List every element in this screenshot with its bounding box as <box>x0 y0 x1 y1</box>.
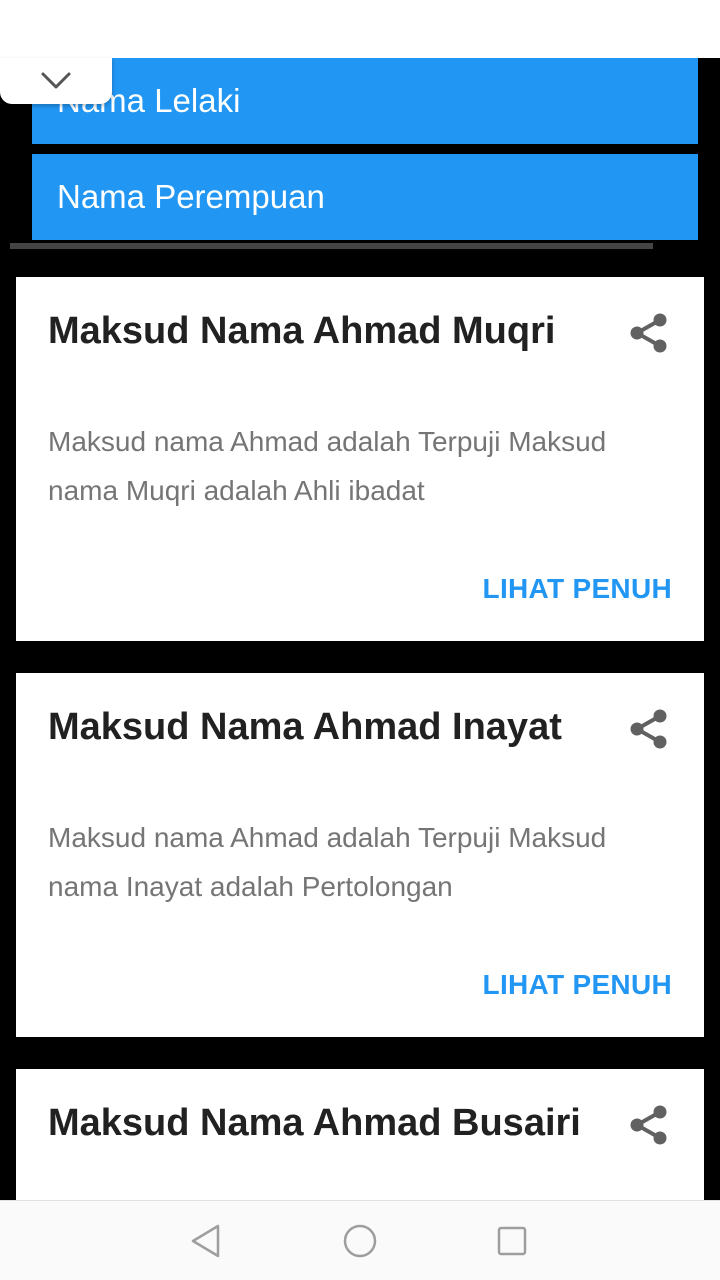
navigation-bar <box>0 1200 720 1280</box>
section-divider <box>10 243 653 249</box>
view-full-button[interactable]: LIHAT PENUH <box>483 573 672 605</box>
card-description: Maksud nama Ahmad adalah Terpuji Maksud … <box>48 822 607 902</box>
card-title: Maksud Nama Ahmad Muqri <box>48 310 556 352</box>
share-icon[interactable] <box>628 708 668 750</box>
share-icon[interactable] <box>628 1104 668 1146</box>
name-card: Maksud Nama Ahmad Muqri Maksud nama Ahma… <box>16 277 704 641</box>
view-full-button[interactable]: LIHAT PENUH <box>483 969 672 1001</box>
app-screen: Nama Lelaki Nama Perempuan Maksud Nama A… <box>0 0 720 1280</box>
card-title: Maksud Nama Ahmad Busairi <box>48 1102 581 1144</box>
category-button-male[interactable]: Nama Lelaki <box>32 58 698 144</box>
back-triangle-icon[interactable] <box>186 1221 226 1261</box>
chevron-down-icon <box>41 72 71 89</box>
collapse-toggle[interactable] <box>0 58 112 104</box>
name-card: Maksud Nama Ahmad Busairi <box>16 1069 704 1209</box>
status-bar <box>0 0 720 58</box>
name-card: Maksud Nama Ahmad Inayat Maksud nama Ahm… <box>16 673 704 1037</box>
card-title: Maksud Nama Ahmad Inayat <box>48 706 562 748</box>
home-circle-icon[interactable] <box>340 1221 380 1261</box>
category-button-female[interactable]: Nama Perempuan <box>32 154 698 240</box>
card-description: Maksud nama Ahmad adalah Terpuji Maksud … <box>48 426 607 506</box>
share-icon[interactable] <box>628 312 668 354</box>
category-label-female: Nama Perempuan <box>57 178 325 215</box>
recents-square-icon[interactable] <box>492 1221 532 1261</box>
